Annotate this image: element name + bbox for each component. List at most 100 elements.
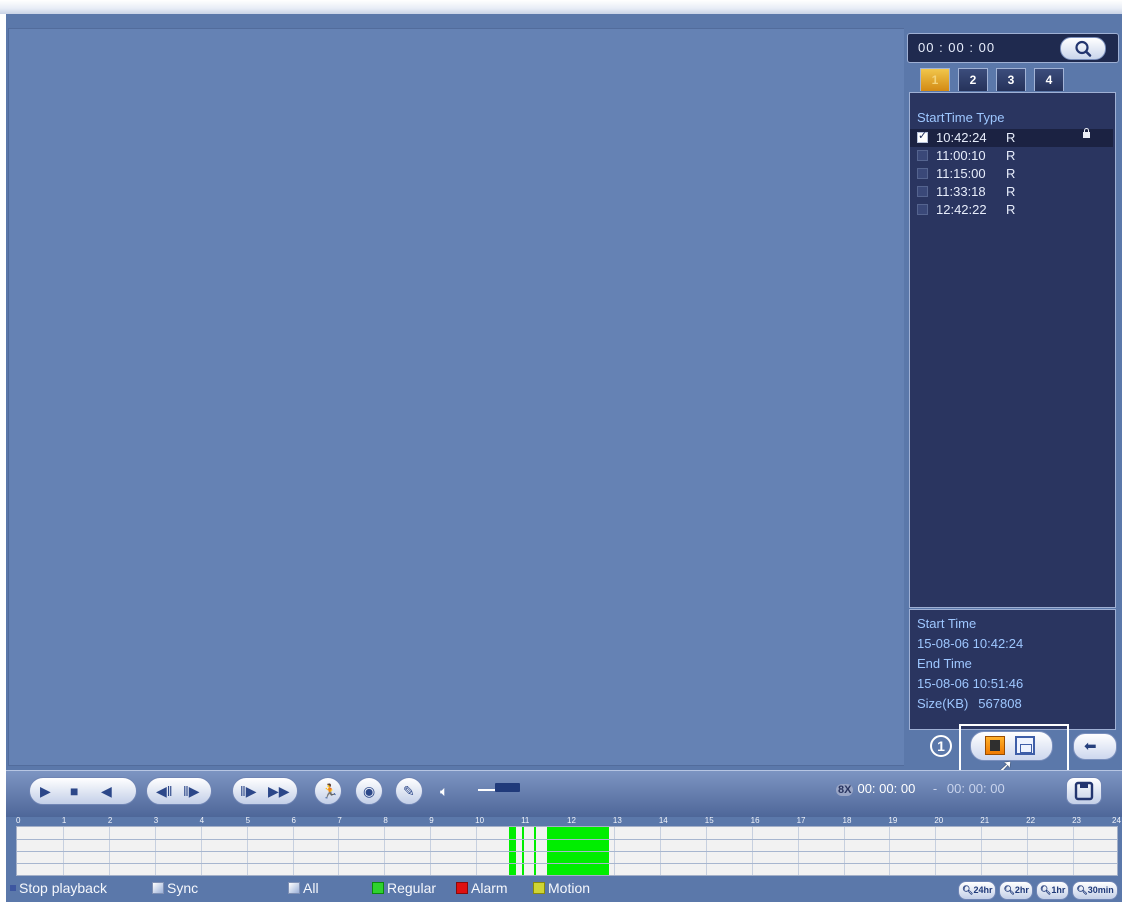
regular-box-icon	[372, 882, 384, 894]
all-label: All	[303, 880, 319, 896]
row-start-time: 11:00:10	[936, 148, 986, 163]
next-frame-icon[interactable]: ‖▶	[240, 783, 257, 799]
file-list-row[interactable]: 11:15:00 R	[910, 165, 1113, 183]
size-label: Size(KB)	[917, 696, 969, 711]
tab-channel-1[interactable]: 1	[920, 68, 950, 91]
hour-tick-label: 11	[521, 816, 530, 825]
hour-tick-label: 1	[61, 816, 67, 825]
tab-channel-2[interactable]: 2	[958, 68, 988, 91]
file-list-row[interactable]: 11:00:10 R	[910, 147, 1113, 165]
hour-tick-label: 16	[750, 816, 760, 825]
hour-tick-label: 22	[1026, 816, 1036, 825]
slow-icon[interactable]: ◀‖	[156, 783, 173, 799]
timeline-channel-line	[17, 851, 1117, 852]
regular-checkbox[interactable]: Regular	[372, 880, 436, 896]
row-checkbox[interactable]	[917, 186, 928, 197]
zoom-1hr-label: 1hr	[1051, 885, 1066, 895]
video-area[interactable]	[8, 28, 905, 766]
timeline-channel-line	[17, 839, 1117, 840]
volume-icon[interactable]: 🔈︎	[440, 783, 448, 799]
row-type: R	[1006, 148, 1016, 163]
hour-tick-label: 9	[429, 816, 434, 825]
row-type: R	[1006, 202, 1016, 217]
hour-tick-label: 7	[337, 816, 342, 825]
tab-channel-4[interactable]: 4	[1034, 68, 1064, 91]
row-start-time: 11:15:00	[936, 166, 986, 181]
file-list-row[interactable]: 10:42:24 R	[910, 128, 1113, 147]
row-type: R	[1006, 184, 1016, 199]
play-icon[interactable]: ▶	[40, 783, 51, 799]
hour-tick-label: 5	[245, 816, 251, 825]
clip-end-time[interactable]: 00: 00: 00	[947, 781, 1005, 796]
search-time-box: 00 : 00 : 00	[907, 33, 1119, 63]
backup-button[interactable]	[1066, 777, 1102, 805]
mark-icon: ✎	[403, 783, 415, 799]
timeline-bar[interactable]	[16, 826, 1118, 876]
hour-tick-label: 8	[383, 816, 388, 825]
hour-tick-label: 15	[704, 816, 714, 825]
stop-playback-item[interactable]: Stop playback	[10, 880, 107, 896]
row-checkbox[interactable]	[917, 129, 928, 143]
clip-badge: 8X	[836, 784, 854, 796]
search-button[interactable]	[1060, 37, 1106, 60]
row-type: R	[1006, 166, 1016, 181]
fast-icon[interactable]: ▶▶	[268, 783, 290, 799]
end-time-label: End Time	[917, 656, 972, 671]
timeline-hour-labels: 0 1 2 3 4 5 6 7 8 9 10 11 12 13 14 15 16 17 18 19 20 21 22 23 24	[14, 816, 1121, 826]
zoom-1hr-button[interactable]: 🔍︎1hr	[1035, 881, 1070, 900]
sync-checkbox[interactable]: Sync	[152, 880, 198, 896]
clip-time-range: 8X 00: 00: 00 - 00: 00: 00	[836, 781, 1005, 796]
back-button[interactable]: ⬅	[1073, 733, 1117, 760]
motion-checkbox[interactable]: Motion	[533, 880, 590, 896]
snapshot-icon: ◉	[363, 783, 376, 799]
stop-icon[interactable]: ■	[70, 783, 78, 799]
clip-start-time[interactable]: 00: 00: 00	[857, 781, 915, 796]
channel-tabs: 1 2 3 4	[920, 68, 1064, 92]
zoom-24hr-button[interactable]: 🔍︎24hr	[958, 881, 997, 900]
hour-tick-label: 3	[153, 816, 159, 825]
hour-tick-label: 18	[842, 816, 852, 825]
hour-tick-label: 6	[291, 816, 296, 825]
volume-slider-knob[interactable]	[495, 783, 520, 792]
back-icon: ⬅	[1084, 738, 1097, 755]
row-checkbox[interactable]	[917, 204, 928, 215]
end-time-value: 15-08-06 10:51:46	[917, 676, 1024, 691]
callout-number: 1	[930, 735, 952, 757]
reverse-icon[interactable]: ◀	[101, 783, 112, 799]
row-type: R	[1006, 130, 1016, 145]
stop-playback-label: Stop playback	[19, 880, 107, 896]
frame-forward-icon[interactable]: ‖▶	[183, 783, 200, 799]
hour-tick-label: 24	[1112, 816, 1121, 825]
alarm-checkbox[interactable]: Alarm	[456, 880, 508, 896]
timeline-zoom-buttons: 🔍︎24hr 🔍︎2hr 🔍︎1hr 🔍︎30min	[958, 881, 1118, 900]
timeline-channel-line	[17, 863, 1117, 864]
hour-tick-label: 4	[199, 816, 205, 825]
hour-tick-label: 17	[796, 816, 806, 825]
size-value: 567808	[978, 696, 1022, 711]
sync-label: Sync	[167, 880, 199, 896]
hour-tick-label: 19	[888, 816, 898, 825]
hour-tick-label: 12	[567, 816, 576, 825]
legend-bar: Stop playback Sync All Regular Alarm Mot…	[10, 878, 1122, 900]
size-row: Size(KB) 567808	[917, 696, 1022, 711]
zoom-30min-label: 30min	[1087, 885, 1114, 895]
row-start-time: 10:42:24	[936, 130, 987, 145]
hour-tick-label: 13	[612, 816, 622, 825]
file-list-row[interactable]: 11:33:18 R	[910, 183, 1113, 201]
zoom-2hr-button[interactable]: 🔍︎2hr	[999, 881, 1033, 900]
stop-dot-icon	[10, 885, 16, 891]
all-checkbox[interactable]: All	[288, 880, 319, 896]
file-list-header: StartTime Type	[917, 110, 1005, 125]
file-list-row[interactable]: 12:42:22 R	[910, 201, 1113, 219]
row-start-time: 11:33:18	[936, 184, 986, 199]
zoom-24hr-label: 24hr	[973, 885, 993, 895]
search-time-input[interactable]: 00 : 00 : 00	[918, 40, 995, 55]
save-disk-icon	[1074, 781, 1094, 801]
hour-tick-label: 20	[934, 816, 944, 825]
clip-separator: -	[932, 781, 938, 796]
row-checkbox[interactable]	[917, 168, 928, 179]
all-box-icon	[288, 882, 300, 894]
zoom-30min-button[interactable]: 🔍︎30min	[1072, 881, 1118, 900]
tab-channel-3[interactable]: 3	[996, 68, 1026, 91]
row-checkbox[interactable]	[917, 150, 928, 161]
